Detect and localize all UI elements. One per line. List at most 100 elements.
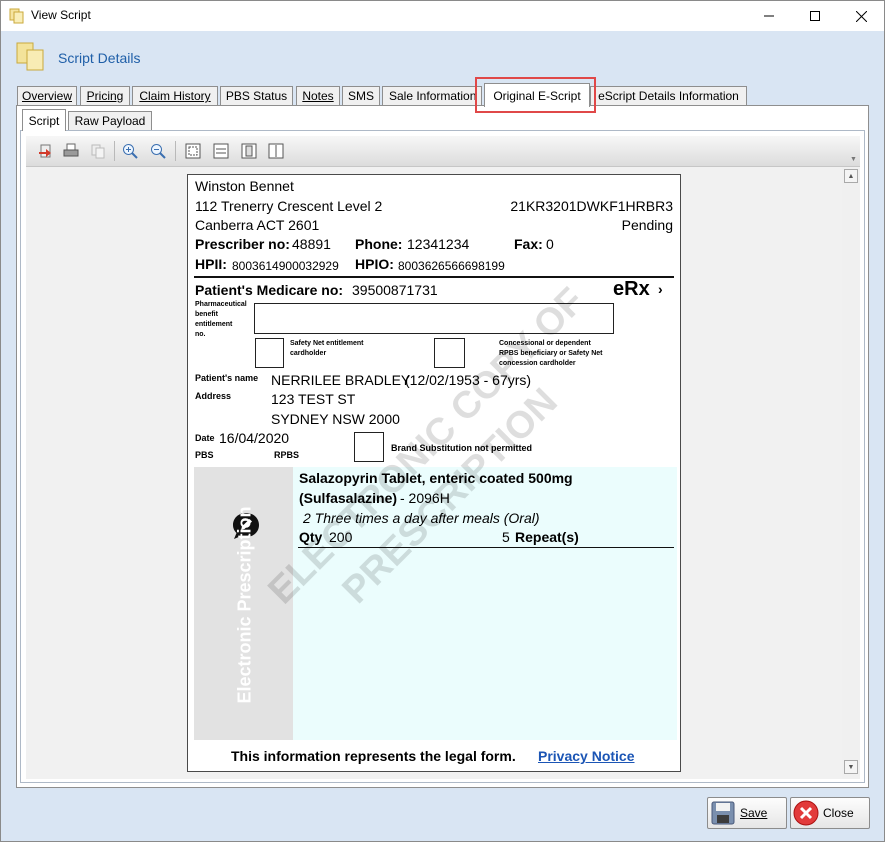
erx-logo: eRx (613, 278, 650, 300)
script-date: 16/04/2020 (219, 430, 290, 446)
save-icon (711, 801, 735, 825)
two-page-button[interactable] (266, 141, 286, 161)
tab-label: Notes (302, 89, 334, 103)
scroll-down-icon[interactable]: ▼ (844, 760, 858, 774)
pbe-label-4: no. (195, 331, 206, 338)
minimize-button[interactable] (746, 1, 792, 31)
tab-highlight-box (475, 77, 596, 113)
zoom-out-icon (151, 144, 166, 159)
vertical-scrollbar[interactable]: ▲ ▼ (842, 167, 860, 779)
safety-net-label-1: Safety Net entitlement (290, 340, 364, 347)
phone: 12341234 (407, 236, 470, 252)
pbe-label-1: Pharmaceutical (195, 301, 247, 308)
print-icon (63, 143, 79, 157)
fit-width-icon (213, 143, 229, 159)
rpbs-label: RPBS (274, 450, 300, 460)
subtab-label: Raw Payload (74, 114, 146, 128)
save-button[interactable]: Save (707, 797, 787, 829)
toolbar-separator (175, 141, 176, 161)
close-window-button[interactable] (838, 1, 884, 31)
patient-address-line1: 123 TEST ST (271, 391, 356, 407)
close-button-label: Close (823, 806, 854, 820)
side-label: Electronic Prescription (234, 506, 255, 704)
tab-label: Pricing (86, 89, 124, 103)
zoom-out-button[interactable] (148, 141, 168, 161)
scroll-up-icon[interactable]: ▲ (844, 169, 858, 183)
tab-pbs-status[interactable]: PBS Status (220, 86, 293, 105)
print-button[interactable] (61, 141, 81, 161)
tab-label: Overview (21, 89, 72, 103)
tab-pricing[interactable]: Pricing (80, 86, 130, 105)
fit-width-button[interactable] (211, 141, 231, 161)
patient-name: NERRILEE BRADLEY (271, 372, 411, 388)
section-title: Script Details (58, 50, 141, 66)
close-icon (855, 10, 867, 22)
tab-label: eScript Details Information (598, 89, 739, 103)
hpio: 8003626566698199 (398, 259, 505, 273)
hpii: 8003614900032929 (232, 259, 339, 273)
hpii-label: HPII: (195, 256, 227, 272)
brand-substitution-checkbox (354, 432, 384, 462)
zoom-in-button[interactable] (120, 141, 140, 161)
tab-notes[interactable]: Notes (296, 86, 340, 105)
tab-escript-details-information[interactable]: eScript Details Information (590, 86, 747, 105)
safety-net-label-2: cardholder (290, 350, 327, 357)
zoom-in-icon (123, 144, 138, 159)
tab-sale-information[interactable]: Sale Information (382, 86, 482, 105)
prescriber-address-line1: 112 Trenerry Crescent Level 2 (195, 198, 383, 214)
script-id: 21KR3201DWKF1HRBR3 (510, 198, 673, 214)
tab-overview[interactable]: Overview (17, 86, 77, 105)
safety-net-checkbox (255, 338, 284, 368)
prescriber-address-line2: Canberra ACT 2601 (195, 217, 320, 233)
copy-button[interactable] (88, 141, 108, 161)
address-label: Address (195, 391, 232, 401)
prescriber-no-label: Prescriber no: (195, 236, 290, 252)
prescriber-name: Winston Bennet (195, 178, 294, 194)
tab-label: PBS Status (225, 89, 288, 103)
pbe-label-3: entitlement (195, 321, 233, 328)
maximize-button[interactable] (792, 1, 838, 31)
script-status: Pending (621, 217, 673, 233)
pbs-label: PBS (195, 450, 214, 460)
minimize-icon (764, 15, 774, 17)
toolbar-overflow-icon[interactable]: ▼ (850, 156, 857, 163)
erx-logo-arrow-icon: › (658, 281, 663, 297)
export-icon (39, 144, 51, 158)
script-icon (9, 8, 25, 24)
tab-label: SMS (347, 89, 374, 103)
patient-address-line2: SYDNEY NSW 2000 (271, 411, 400, 427)
legal-text: This information represents the legal fo… (231, 748, 516, 764)
fax: 0 (546, 236, 554, 252)
window-title: View Script (31, 8, 91, 22)
single-page-icon (241, 143, 257, 159)
medicare-no: 39500871731 (352, 282, 438, 298)
close-circle-icon (793, 800, 819, 826)
tab-sms[interactable]: SMS (342, 86, 380, 105)
subtab-script[interactable]: Script (22, 109, 66, 131)
export-button[interactable] (36, 141, 56, 161)
subtab-label: Script (28, 113, 60, 128)
tab-claim-history[interactable]: Claim History (132, 86, 218, 105)
subtab-raw-payload[interactable]: Raw Payload (68, 111, 152, 130)
fit-page-button[interactable] (183, 141, 203, 161)
hpio-label: HPIO: (355, 256, 394, 272)
privacy-notice-link[interactable]: Privacy Notice (538, 748, 635, 764)
repeats-label: Repeat(s) (515, 529, 579, 545)
date-label: Date (195, 433, 215, 443)
repeats: 5 (502, 529, 510, 545)
single-page-button[interactable] (239, 141, 259, 161)
maximize-icon (810, 11, 820, 21)
pbe-label-2: benefit (195, 311, 218, 318)
close-button[interactable]: Close (790, 797, 870, 829)
divider (194, 276, 674, 278)
prescriber-no: 48891 (292, 236, 331, 252)
medicare-label: Patient's Medicare no: (195, 282, 344, 298)
phone-label: Phone: (355, 236, 403, 252)
tab-label: Sale Information (389, 89, 477, 103)
tab-label: Claim History (139, 89, 211, 103)
patient-name-label: Patient's name (195, 373, 259, 383)
fax-label: Fax: (514, 236, 543, 252)
script-details-icon (16, 42, 46, 72)
two-pages-icon (268, 143, 284, 159)
prescription-page: Winston Bennet 112 Trenerry Crescent Lev… (187, 174, 681, 772)
